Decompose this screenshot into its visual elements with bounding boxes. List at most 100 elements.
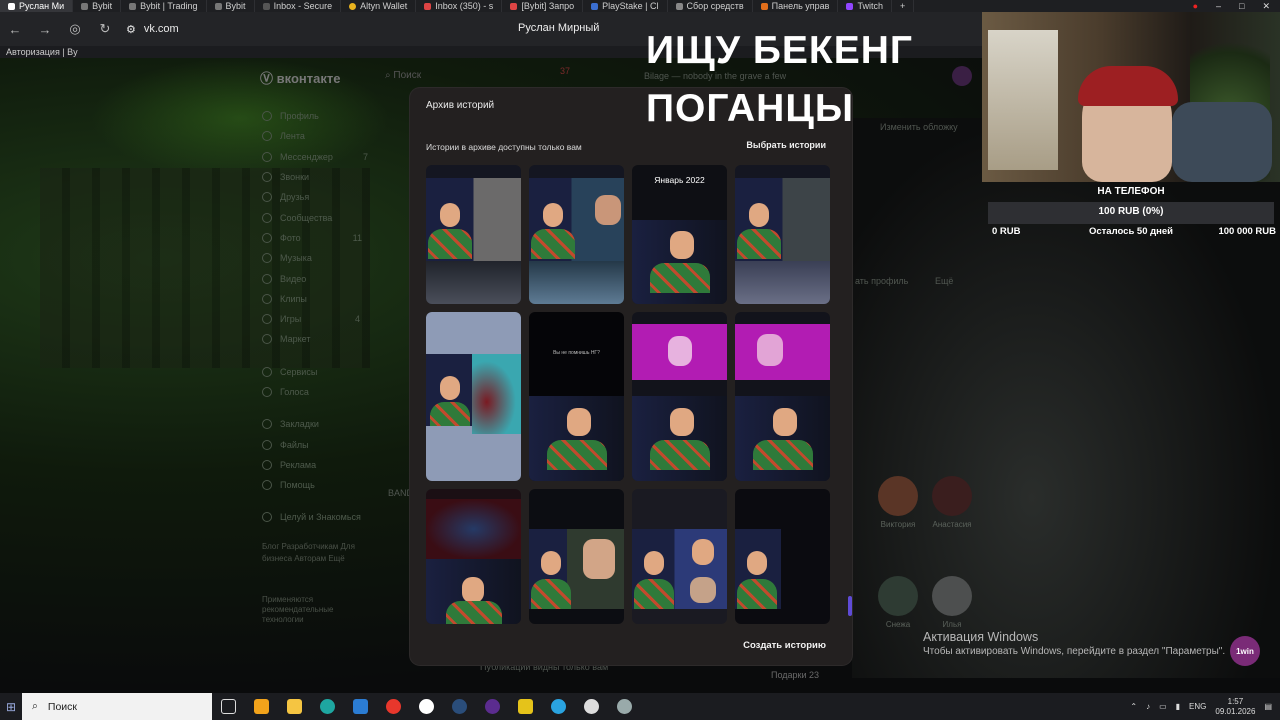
modal-subtitle: Истории в архиве доступны только вам [426, 142, 582, 152]
tab-bybit-trading[interactable]: Bybit | Trading [121, 0, 207, 12]
sidebar-item-games[interactable]: Игры 4 [262, 309, 412, 329]
app-icon[interactable] [608, 693, 641, 720]
footer-links[interactable]: Блог Разработчикам Для бизнеса Авторам Е… [262, 541, 372, 565]
battery-icon[interactable]: ▮ [1176, 702, 1180, 711]
tab-ruslan[interactable]: Руслан Ми [0, 0, 74, 12]
story-item[interactable] [529, 165, 624, 304]
task-view-icon[interactable] [212, 693, 245, 720]
more-button[interactable]: Ещё [935, 276, 953, 286]
store-icon[interactable] [245, 693, 278, 720]
friend-anastasia[interactable]: Анастасия [927, 476, 977, 529]
sidebar-item-feed[interactable]: Лента [262, 126, 412, 146]
story-item[interactable] [632, 489, 727, 624]
site-info-icon[interactable]: ⚙ [126, 23, 136, 36]
modal-scrollbar[interactable] [848, 596, 852, 616]
dating-icon [262, 512, 272, 523]
language-indicator[interactable]: ENG [1189, 702, 1206, 711]
sidebar-item-bookmarks[interactable]: Закладки [262, 414, 412, 434]
sidebar-item-music[interactable]: Музыка [262, 248, 412, 268]
edit-profile-button[interactable]: ать профиль [855, 276, 908, 286]
story-item[interactable] [632, 312, 727, 481]
tab-twitch[interactable]: Twitch [838, 0, 892, 12]
story-item[interactable] [426, 489, 521, 624]
sidebar-item-dating[interactable]: Целуй и Знакомься [262, 507, 412, 527]
sidebar-item-services[interactable]: Сервисы [262, 362, 412, 382]
tab-inbox-secure[interactable]: Inbox - Secure [255, 0, 342, 12]
clock-time: 1:57 [1227, 696, 1244, 706]
story-item[interactable] [426, 165, 521, 304]
back-icon[interactable]: ← [0, 22, 30, 37]
tab-playstake[interactable]: PlayStake | Cl [583, 0, 668, 12]
story-item[interactable]: Январь 2022 [632, 165, 727, 304]
gifts-link[interactable]: Подарки 23 [771, 670, 819, 680]
edge-icon[interactable] [311, 693, 344, 720]
forward-icon[interactable]: → [30, 22, 60, 37]
communities-icon [262, 212, 272, 223]
taskbar-search[interactable]: ⌕ Поиск [22, 693, 212, 720]
yandex-browser-icon[interactable] [410, 693, 443, 720]
mail-favicon-icon [262, 2, 270, 10]
url-field[interactable]: ⚙ vk.com [126, 23, 179, 36]
tab-bybit-2[interactable]: Bybit [207, 0, 255, 12]
sidebar-item-calls[interactable]: Звонки [262, 167, 412, 187]
story-item[interactable] [735, 165, 830, 304]
sidebar-item-photo[interactable]: Фото 11 [262, 228, 412, 248]
yandex-icon[interactable] [377, 693, 410, 720]
cam-headphones [1078, 66, 1178, 106]
reload-icon[interactable]: ↻ [90, 21, 120, 37]
market-icon [262, 334, 272, 345]
sidebar-item-video[interactable]: Видео [262, 268, 412, 288]
story-item[interactable] [735, 489, 830, 624]
github-icon[interactable] [575, 693, 608, 720]
new-tab-button[interactable]: + [892, 0, 915, 12]
sidebar-item-ads[interactable]: Реклама [262, 455, 412, 475]
story-item[interactable]: Вы не помнишь НГ? [529, 312, 624, 481]
mail-icon[interactable] [344, 693, 377, 720]
tab-panel[interactable]: Панель управ [753, 0, 839, 12]
record-icon: ● [1192, 0, 1198, 11]
sidebar-item-friends[interactable]: Друзья [262, 187, 412, 207]
sidebar-item-files[interactable]: Файлы [262, 434, 412, 454]
obs-icon[interactable] [476, 693, 509, 720]
tab-inbox-350[interactable]: Inbox (350) - s [416, 0, 503, 12]
create-story-button[interactable]: Создать историю [743, 640, 826, 651]
vk-logo[interactable]: Ⓥ вконтакте [260, 68, 340, 87]
windows-start-icon[interactable]: ⊞ [2, 698, 20, 716]
minimize-icon[interactable]: – [1216, 1, 1221, 12]
select-stories-button[interactable]: Выбрать истории [746, 140, 826, 150]
vk-search[interactable]: ⌕ Поиск [385, 70, 421, 81]
sidebar-item-profile[interactable]: Профиль [262, 106, 412, 126]
friend-viktoria[interactable]: Виктория [873, 476, 923, 529]
story-item[interactable] [735, 312, 830, 481]
network-icon[interactable]: ▭ [1159, 702, 1167, 711]
tab-sbor-sredstv[interactable]: Сбор средств [668, 0, 753, 12]
close-icon[interactable]: ✕ [1262, 1, 1270, 12]
friend-ilya[interactable]: Илья [927, 576, 977, 629]
sidebar-item-messenger[interactable]: Мессенджер 7 [262, 147, 412, 167]
user-avatar[interactable] [952, 66, 972, 86]
sidebar-item-market[interactable]: Маркет [262, 329, 412, 349]
telegram-icon[interactable] [542, 693, 575, 720]
bookmark-item[interactable]: Авторизация | By [6, 47, 78, 57]
steam-icon[interactable] [443, 693, 476, 720]
chevron-up-icon[interactable]: ⌃ [1130, 702, 1137, 711]
sidebar-item-communities[interactable]: Сообщества [262, 207, 412, 227]
games-count: 4 [354, 314, 360, 325]
footer-note: Применяются рекомендательные технологии [262, 595, 334, 624]
tab-altyn-wallet[interactable]: Altyn Wallet [341, 0, 417, 12]
sidebar-item-votes[interactable]: Голоса [262, 382, 412, 402]
volume-icon[interactable]: ♪ [1146, 702, 1150, 711]
tab-bybit-zapros[interactable]: [Bybit] Запро [502, 0, 584, 12]
clock[interactable]: 1:57 09.01.2026 [1215, 697, 1255, 717]
explorer-icon[interactable] [278, 693, 311, 720]
extensions-icon[interactable]: ◎ [60, 21, 90, 37]
sidebar-item-clips[interactable]: Клипы [262, 289, 412, 309]
notifications-icon[interactable]: ▤ [1264, 702, 1272, 711]
tab-bybit-1[interactable]: Bybit [73, 0, 122, 12]
bars-app-icon[interactable] [509, 693, 542, 720]
notification-badge[interactable]: 37 [560, 66, 570, 76]
story-item[interactable] [529, 489, 624, 624]
friend-snezha[interactable]: Снежа [873, 576, 923, 629]
maximize-icon[interactable]: □ [1239, 1, 1244, 12]
story-item[interactable] [426, 312, 521, 481]
